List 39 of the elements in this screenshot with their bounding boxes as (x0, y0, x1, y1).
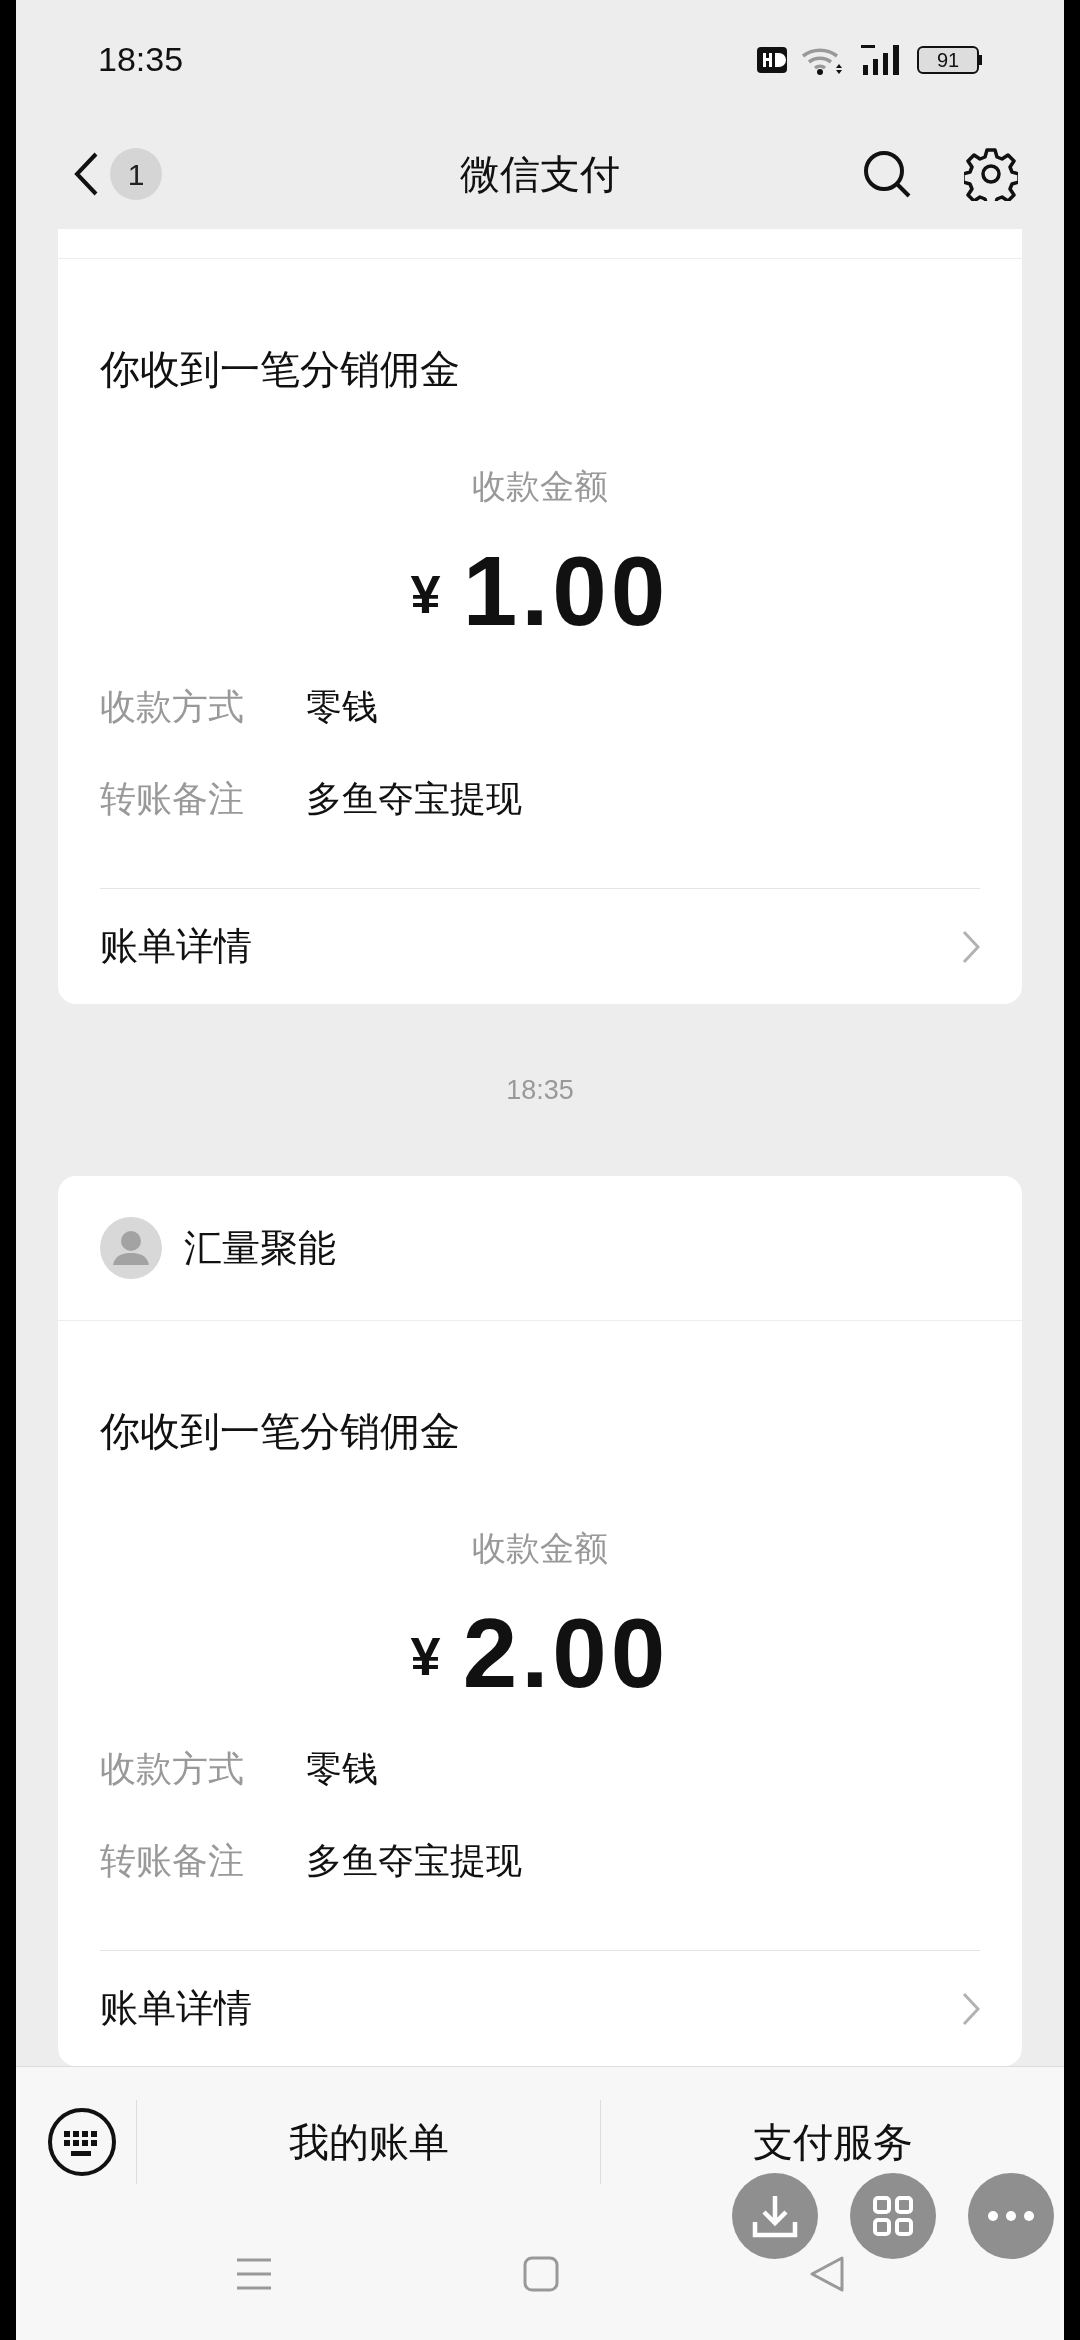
field-label: 收款方式 (100, 685, 245, 730)
field-value: 零钱 (306, 1747, 378, 1792)
menu-tab[interactable]: 支付服务 (752, 2112, 913, 2173)
avatar-icon (100, 1217, 162, 1280)
field-value: 多鱼夺宝提现 (306, 777, 522, 822)
field-label: 转账备注 (100, 1839, 245, 1884)
field-value: 多鱼夺宝提现 (306, 1839, 522, 1884)
page-title: 微信支付 (460, 151, 620, 199)
battery-icon: 91 (917, 45, 982, 74)
message-time: 18:35 (506, 1073, 574, 1107)
menu-tab[interactable]: 我的账单 (288, 2112, 449, 2173)
bill-detail-link[interactable]: 账单详情 (100, 888, 980, 1005)
home-icon[interactable] (523, 2255, 559, 2292)
status-time: 18:35 (98, 39, 184, 81)
menu-icon[interactable] (235, 2256, 273, 2291)
field-value: 零钱 (306, 685, 378, 730)
unread-count-badge: 1 (110, 148, 162, 201)
field-label: 收款方式 (100, 1747, 245, 1792)
amount-label: 收款金额 (472, 466, 608, 508)
grid-icon (872, 2195, 914, 2238)
search-icon[interactable] (862, 149, 912, 200)
more-icon (987, 2210, 1035, 2223)
settings-icon[interactable] (964, 147, 1018, 202)
amount-value: 2.00 (462, 1604, 670, 1703)
chevron-right-icon (962, 1991, 980, 2026)
keyboard-icon[interactable] (47, 2107, 117, 2178)
chevron-right-icon (962, 929, 980, 964)
amount-label: 收款金额 (472, 1528, 608, 1570)
currency-symbol: ¥ (410, 1625, 441, 1689)
back-nav-icon[interactable] (809, 2255, 845, 2292)
download-icon (752, 2194, 798, 2239)
hd-icon (757, 46, 787, 73)
sender-name: 汇量聚能 (184, 1225, 336, 1271)
amount-value: 1.00 (462, 542, 670, 641)
currency-symbol: ¥ (410, 563, 441, 627)
message-title: 你收到一笔分销佣金 (100, 346, 461, 394)
back-icon[interactable] (72, 151, 100, 198)
field-label: 转账备注 (100, 777, 245, 822)
message-title: 你收到一笔分销佣金 (100, 1408, 461, 1456)
